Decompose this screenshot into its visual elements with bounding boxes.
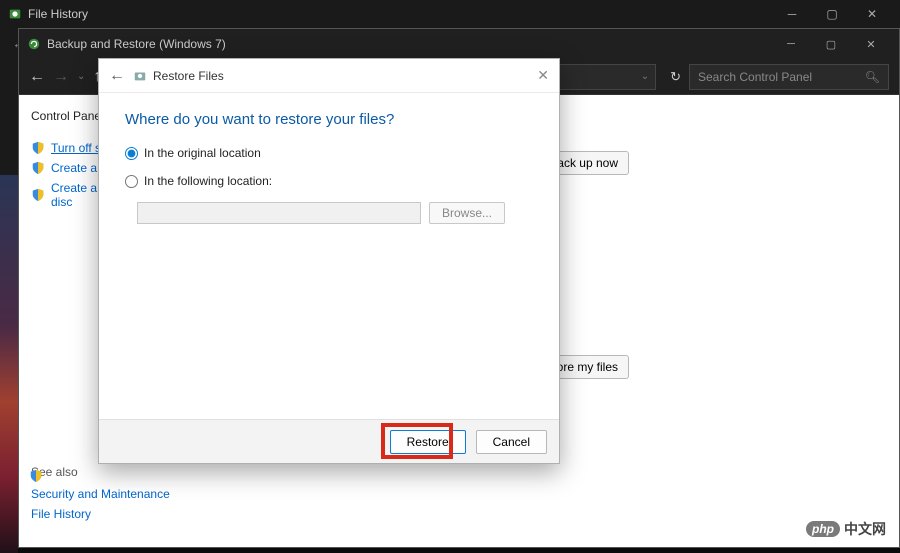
restore-files-icon <box>133 69 147 83</box>
bg-maximize-button[interactable]: ▢ <box>812 0 852 28</box>
main-minimize-button[interactable]: ─ <box>771 30 811 58</box>
browse-button: Browse... <box>429 202 505 224</box>
dialog-back-button[interactable]: ← <box>109 67 125 85</box>
radio-following-label: In the following location: <box>144 174 272 188</box>
backup-restore-icon <box>27 37 41 51</box>
option-original-location[interactable]: In the original location <box>125 146 533 160</box>
file-history-icon <box>8 7 22 21</box>
nav-recent-chevron[interactable]: ⌄ <box>77 71 85 82</box>
see-also-security[interactable]: Security and Maintenance <box>31 487 170 501</box>
nav-back-button[interactable]: ← <box>29 68 45 86</box>
dialog-header: ← Restore Files ✕ <box>99 59 559 93</box>
see-also-header: See also <box>31 465 170 479</box>
address-chevron-icon: ⌄ <box>641 71 649 82</box>
restore-files-dialog: ← Restore Files ✕ Where do you want to r… <box>98 58 560 464</box>
cancel-button[interactable]: Cancel <box>476 430 547 454</box>
radio-original-label: In the original location <box>144 146 261 160</box>
dialog-footer: Restore Cancel <box>99 419 559 463</box>
file-history-titlebar: File History ─ ▢ ✕ <box>0 0 900 28</box>
radio-following[interactable] <box>125 175 138 188</box>
dialog-close-button[interactable]: ✕ <box>537 67 549 84</box>
refresh-button[interactable]: ↻ <box>670 69 681 85</box>
dialog-title: Restore Files <box>153 69 224 83</box>
location-path-input <box>137 202 421 224</box>
bg-close-button[interactable]: ✕ <box>852 0 892 28</box>
desktop-background-strip <box>0 175 18 553</box>
main-title: Backup and Restore (Windows 7) <box>47 37 226 51</box>
search-placeholder: Search Control Panel <box>698 70 812 84</box>
search-input[interactable]: Search Control Panel 🔍︎ <box>689 64 889 90</box>
main-close-button[interactable]: ✕ <box>851 30 891 58</box>
see-also-file-history[interactable]: File History <box>31 507 170 521</box>
main-titlebar: Backup and Restore (Windows 7) ─ ▢ ✕ <box>19 29 899 59</box>
file-history-title: File History <box>28 7 88 21</box>
restore-button[interactable]: Restore <box>390 430 466 454</box>
bg-minimize-button[interactable]: ─ <box>772 0 812 28</box>
radio-original[interactable] <box>125 147 138 160</box>
main-maximize-button[interactable]: ▢ <box>811 30 851 58</box>
search-icon: 🔍︎ <box>865 70 880 84</box>
nav-forward-button: → <box>53 68 69 86</box>
option-following-location[interactable]: In the following location: <box>125 174 533 188</box>
dialog-heading: Where do you want to restore your files? <box>125 111 533 128</box>
